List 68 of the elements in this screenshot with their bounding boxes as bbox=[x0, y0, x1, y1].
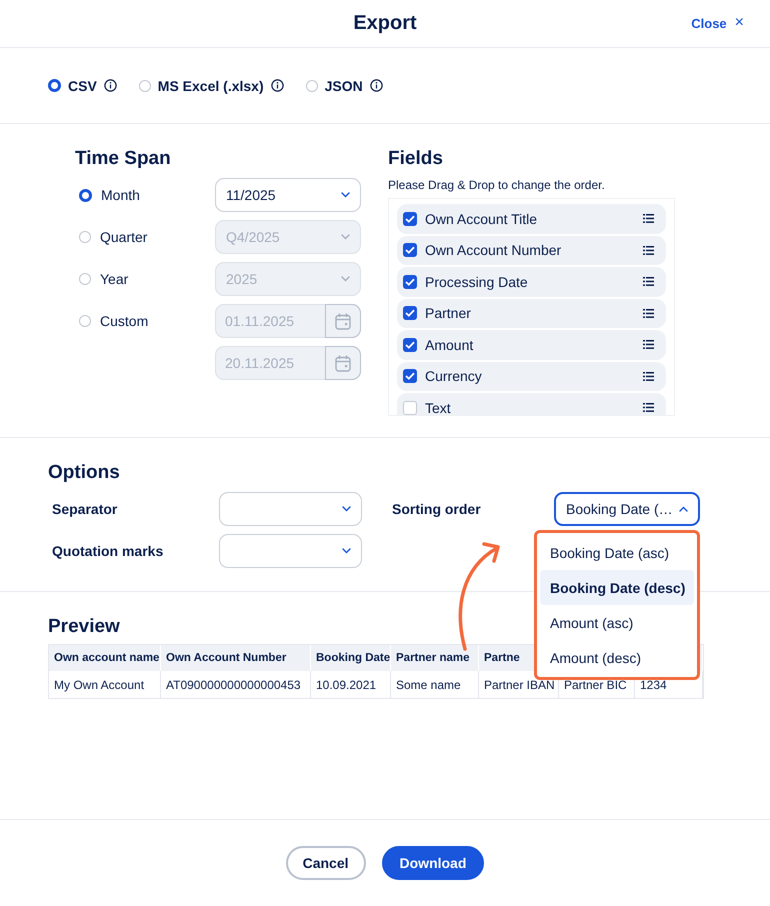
field-item[interactable]: Text bbox=[397, 393, 666, 415]
dialog-title: Export bbox=[353, 12, 417, 35]
radio-button[interactable] bbox=[79, 188, 92, 202]
field-label: Separator bbox=[51, 501, 118, 517]
column-header: Own Account Number bbox=[161, 645, 311, 671]
field-item[interactable]: Processing Date bbox=[397, 267, 666, 296]
format-label[interactable]: JSON bbox=[324, 78, 363, 94]
info-icon[interactable] bbox=[104, 79, 117, 92]
drag-handle-icon[interactable] bbox=[643, 372, 654, 381]
column-header: Partner name bbox=[391, 645, 479, 671]
table-cell: Some name bbox=[391, 671, 479, 698]
cancel-button[interactable]: Cancel bbox=[286, 846, 366, 880]
radio-button[interactable] bbox=[138, 80, 151, 92]
radio-button[interactable] bbox=[48, 79, 61, 92]
column-header: Own account name bbox=[49, 645, 161, 671]
field-label: Quotation marks bbox=[51, 543, 164, 559]
menu-item[interactable]: Booking Date (asc) bbox=[540, 535, 694, 570]
chevron-icon bbox=[341, 234, 350, 240]
download-button[interactable]: Download bbox=[382, 846, 484, 880]
table-cell: AT090000000000000453 bbox=[161, 671, 311, 698]
drag-handle-icon[interactable] bbox=[643, 277, 654, 286]
section-heading: Time Span bbox=[75, 148, 171, 170]
checkbox[interactable] bbox=[403, 306, 417, 320]
section-heading: Options bbox=[48, 462, 120, 484]
chevron-icon bbox=[341, 192, 350, 198]
field-item[interactable]: Amount bbox=[397, 330, 666, 360]
info-icon[interactable] bbox=[270, 79, 284, 92]
field-item[interactable]: Currency bbox=[397, 362, 666, 391]
radio-button[interactable] bbox=[306, 80, 318, 92]
chevron-icon bbox=[342, 506, 351, 512]
chevron-icon bbox=[341, 276, 350, 282]
drag-handle-icon[interactable] bbox=[643, 340, 654, 350]
checkbox[interactable] bbox=[403, 212, 417, 226]
format-label[interactable]: MS Excel (.xlsx) bbox=[158, 78, 264, 94]
drag-handle-icon[interactable] bbox=[643, 246, 654, 255]
drag-handle-icon[interactable] bbox=[643, 214, 654, 224]
select-field[interactable]: Booking Date (… bbox=[554, 492, 700, 526]
field-item[interactable]: Own Account Title bbox=[397, 204, 666, 234]
chevron-icon bbox=[342, 548, 351, 554]
info-icon[interactable] bbox=[370, 79, 383, 92]
table-cell: My Own Account bbox=[49, 671, 161, 698]
field-item[interactable]: Own Account Number bbox=[397, 236, 666, 265]
time-span-label[interactable]: Month bbox=[101, 187, 140, 203]
table-cell: Partner IBAN bbox=[479, 671, 559, 698]
select-field[interactable]: 11/2025 bbox=[215, 178, 361, 212]
close-button[interactable]: Close × bbox=[689, 12, 746, 34]
checkbox[interactable] bbox=[403, 274, 417, 289]
chevron-icon bbox=[679, 506, 688, 512]
checkbox[interactable] bbox=[403, 338, 417, 352]
drag-handle-icon[interactable] bbox=[643, 403, 654, 412]
select-field[interactable] bbox=[219, 492, 362, 526]
field-item[interactable]: Partner bbox=[397, 298, 666, 328]
format-label[interactable]: CSV bbox=[68, 78, 97, 94]
checkbox[interactable] bbox=[403, 369, 417, 384]
drag-handle-icon[interactable] bbox=[643, 308, 654, 318]
section-heading: Fields bbox=[388, 148, 443, 170]
calendar-icon bbox=[335, 312, 351, 330]
hint-text: Please Drag & Drop to change the order. bbox=[388, 178, 606, 192]
menu-item[interactable]: Amount (asc) bbox=[540, 605, 694, 640]
section-heading: Preview bbox=[48, 616, 120, 638]
checkbox[interactable] bbox=[403, 243, 417, 258]
checkbox[interactable] bbox=[403, 400, 417, 415]
column-header: Booking Date bbox=[311, 645, 391, 671]
select-field[interactable] bbox=[219, 534, 362, 568]
calendar-icon bbox=[335, 354, 351, 372]
field-label: Sorting order bbox=[391, 501, 482, 517]
menu-item[interactable]: Booking Date (desc) bbox=[540, 570, 694, 605]
table-cell: 10.09.2021 bbox=[311, 671, 391, 698]
